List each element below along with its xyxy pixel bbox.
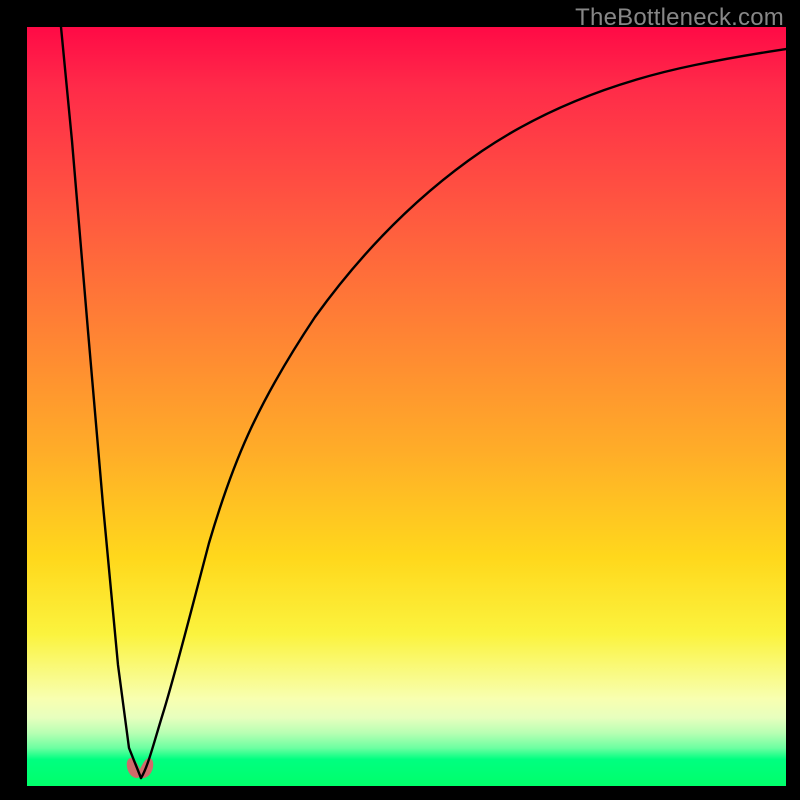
watermark-text: TheBottleneck.com <box>575 4 784 32</box>
chart-frame: TheBottleneck.com <box>0 0 800 800</box>
plot-area <box>27 27 786 786</box>
bottleneck-curve <box>27 27 786 786</box>
